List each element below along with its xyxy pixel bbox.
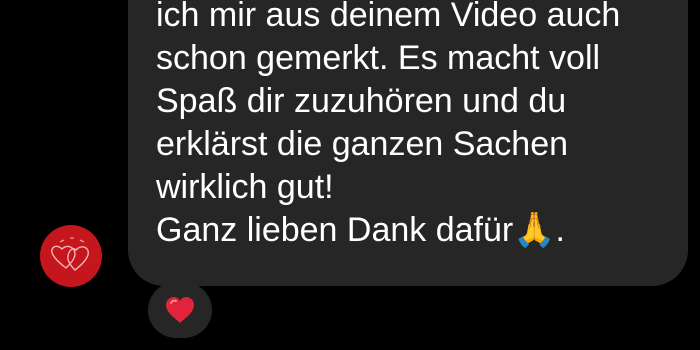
avatar[interactable] [40,225,102,287]
message-text: ich mir aus deinem Video auch schon geme… [156,0,621,249]
chat-screen: ich mir aus deinem Video auch schon geme… [0,0,700,350]
reaction-badge[interactable] [148,282,212,338]
message-bubble[interactable]: ich mir aus deinem Video auch schon geme… [128,0,688,286]
red-heart-icon [166,297,194,323]
hearts-logo-icon [41,226,101,286]
